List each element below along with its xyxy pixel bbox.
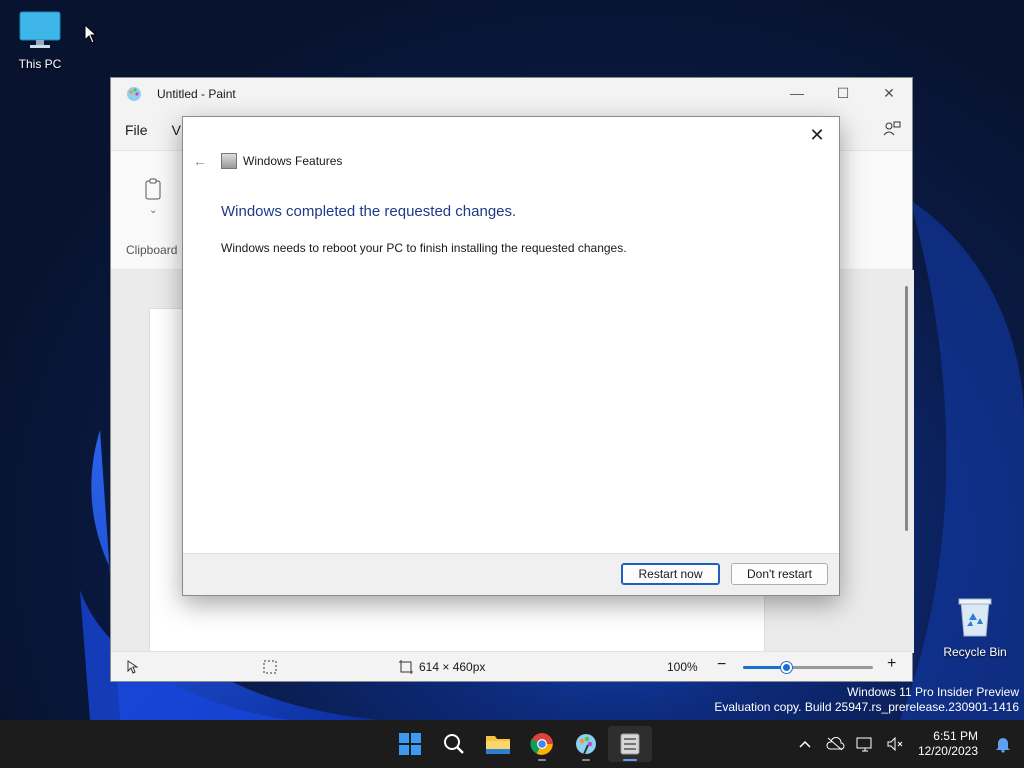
paint-title: Untitled - Paint — [157, 87, 236, 101]
canvas-size-label: 614 × 460px — [419, 660, 486, 674]
paint-button[interactable] — [564, 726, 608, 762]
paint-titlebar[interactable]: Untitled - Paint — ☐ ✕ — [111, 78, 912, 110]
paint-app-icon — [127, 87, 141, 101]
menu-view[interactable]: V — [172, 122, 181, 138]
monitor-icon — [19, 11, 61, 48]
volume-button[interactable] — [880, 736, 910, 752]
network-button[interactable] — [850, 736, 880, 752]
close-button[interactable]: ✕ — [866, 78, 912, 108]
vertical-scrollbar[interactable] — [905, 286, 908, 531]
windows-features-icon — [221, 153, 237, 169]
zoom-slider-thumb[interactable] — [781, 662, 793, 673]
account-icon[interactable] — [882, 120, 902, 138]
notifications-button[interactable] — [988, 735, 1018, 753]
onedrive-button[interactable] — [820, 737, 850, 751]
ribbon-group-label: Clipboard — [126, 243, 178, 257]
chrome-button[interactable] — [520, 726, 564, 762]
restart-now-button[interactable]: Restart now — [621, 563, 720, 585]
speaker-muted-icon — [887, 736, 903, 752]
selection-icon — [263, 660, 277, 674]
show-hidden-icons-button[interactable] — [790, 740, 820, 748]
dialog-close-button[interactable]: ✕ — [803, 121, 831, 149]
watermark-line-1: Windows 11 Pro Insider Preview — [847, 685, 1019, 699]
mouse-cursor-icon — [84, 24, 98, 44]
running-indicator — [538, 759, 546, 761]
dialog-footer: Restart now Don't restart — [183, 553, 839, 595]
search-icon — [444, 734, 464, 754]
start-button[interactable] — [388, 726, 432, 762]
clipboard-icon[interactable] — [143, 177, 163, 201]
chevron-down-icon[interactable]: ⌄ — [149, 205, 157, 216]
menu-file[interactable]: File — [125, 122, 148, 138]
desktop-icon-this-pc[interactable]: This PC — [0, 10, 80, 71]
desktop-icon-recycle-bin[interactable]: Recycle Bin — [935, 596, 1015, 659]
zoom-slider[interactable] — [743, 662, 873, 673]
recycle-bin-icon — [958, 598, 992, 637]
bell-icon — [996, 738, 1010, 753]
file-explorer-icon — [486, 736, 510, 754]
back-arrow-icon[interactable]: ← — [193, 153, 217, 169]
paint-icon — [576, 734, 596, 755]
dialog-message: Windows needs to reboot your PC to finis… — [221, 241, 627, 255]
windows-features-taskbar-button[interactable] — [608, 726, 652, 762]
taskbar-clock[interactable]: 6:51 PM 12/20/2023 — [918, 729, 978, 759]
windows-features-dialog: ✕ ← Windows Features Windows completed t… — [182, 116, 840, 596]
dialog-heading: Windows completed the requested changes. — [221, 203, 517, 220]
chrome-icon — [530, 733, 553, 755]
taskbar-apps — [388, 726, 652, 762]
maximize-button[interactable]: ☐ — [820, 78, 866, 108]
minimize-button[interactable]: — — [774, 78, 820, 108]
chevron-up-icon — [799, 740, 811, 748]
windows-features-icon — [620, 733, 640, 755]
watermark-line-2: Evaluation copy. Build 25947.rs_prerelea… — [714, 700, 1019, 714]
cloud-off-icon — [826, 737, 845, 751]
start-icon — [399, 733, 421, 755]
running-indicator — [582, 759, 590, 761]
dialog-header: ← Windows Features — [193, 153, 342, 169]
dialog-window-title: Windows Features — [243, 154, 343, 168]
zoom-in-button[interactable]: + — [887, 655, 896, 673]
desktop-icon-label: This PC — [18, 57, 62, 71]
active-indicator — [623, 759, 637, 761]
zoom-level: 100% — [667, 660, 698, 674]
system-tray: 6:51 PM 12/20/2023 — [790, 720, 1024, 768]
taskbar: 6:51 PM 12/20/2023 — [0, 720, 1024, 768]
search-button[interactable] — [432, 726, 476, 762]
file-explorer-button[interactable] — [476, 726, 520, 762]
desktop-icon-label: Recycle Bin — [943, 645, 1007, 659]
network-icon — [856, 737, 872, 752]
clock-time: 6:51 PM — [933, 729, 978, 743]
zoom-out-button[interactable]: − — [717, 656, 726, 674]
dont-restart-button[interactable]: Don't restart — [731, 563, 828, 585]
paint-statusbar: 614 × 460px 100% − + — [111, 651, 912, 681]
clock-date: 12/20/2023 — [917, 744, 978, 758]
canvas-size-icon — [399, 660, 413, 674]
evaluation-watermark: Windows 11 Pro Insider Preview Evaluatio… — [714, 685, 1019, 715]
pointer-icon — [127, 660, 139, 674]
